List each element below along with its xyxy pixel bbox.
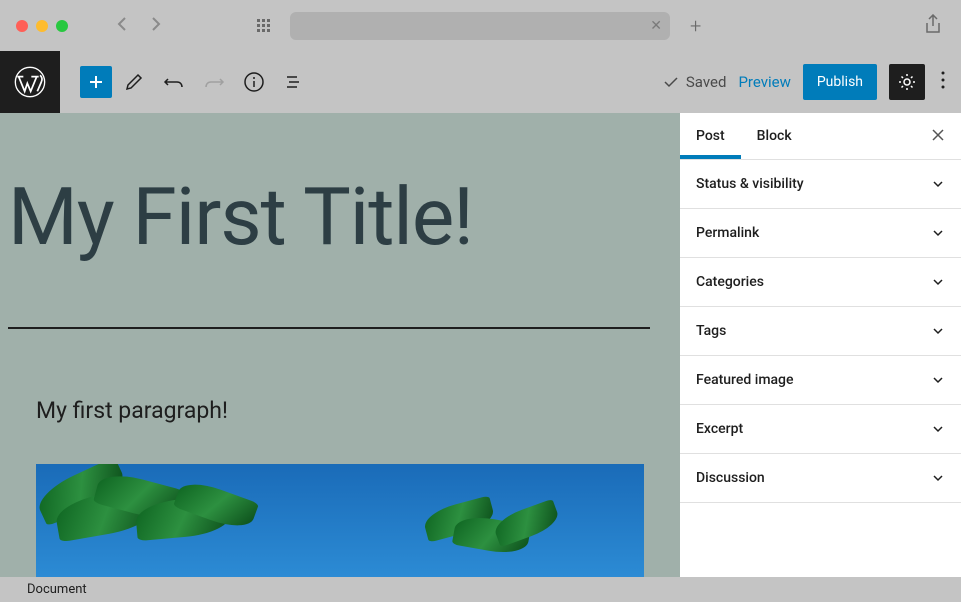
apps-grid-icon[interactable] [257,19,270,32]
share-icon[interactable] [925,14,941,38]
main-area: My First Title! My first paragraph! Post… [0,113,961,577]
editor-canvas[interactable]: My First Title! My first paragraph! [0,113,680,577]
sidebar-tabs: Post Block [680,113,961,160]
browser-navigation [116,15,162,37]
redo-button[interactable] [196,64,232,100]
panel-tags[interactable]: Tags [680,307,961,356]
outline-button[interactable] [276,64,312,100]
preview-link[interactable]: Preview [738,73,790,91]
settings-sidebar: Post Block Status & visibility Permalink… [680,113,961,577]
info-button[interactable] [236,64,272,100]
wp-editor-toolbar: Saved Preview Publish [0,51,961,113]
browser-chrome: ✕ + [0,0,961,51]
gear-icon [897,72,917,92]
wp-logo[interactable] [0,51,60,113]
clear-url-icon[interactable]: ✕ [650,18,662,34]
maximize-window-button[interactable] [56,20,68,32]
minimize-window-button[interactable] [36,20,48,32]
undo-button[interactable] [156,64,192,100]
panel-categories[interactable]: Categories [680,258,961,307]
panel-excerpt[interactable]: Excerpt [680,405,961,454]
chevron-down-icon [931,373,945,387]
panel-featured-image[interactable]: Featured image [680,356,961,405]
saved-label: Saved [686,73,727,91]
chevron-down-icon [931,177,945,191]
kebab-icon [941,71,945,89]
window-controls [16,20,68,32]
saved-indicator: Saved [662,73,727,91]
breadcrumb-document[interactable]: Document [27,582,87,597]
panel-title: Permalink [696,225,759,241]
title-divider [8,327,650,329]
panel-title: Featured image [696,372,794,388]
new-tab-button[interactable]: + [690,14,701,38]
forward-button[interactable] [149,15,162,37]
post-paragraph[interactable]: My first paragraph! [36,397,672,424]
bottom-breadcrumb-bar: Document [0,577,961,602]
chevron-down-icon [931,226,945,240]
close-window-button[interactable] [16,20,28,32]
chevron-down-icon [931,422,945,436]
toolbar-left-group [80,64,312,100]
toolbar-right-group: Saved Preview Publish [662,64,949,100]
close-icon [931,128,945,142]
panel-title: Tags [696,323,726,339]
panel-title: Categories [696,274,764,290]
post-title[interactable]: My First Title! [8,177,672,257]
back-button[interactable] [116,15,129,37]
panel-permalink[interactable]: Permalink [680,209,961,258]
chevron-down-icon [931,275,945,289]
panel-discussion[interactable]: Discussion [680,454,961,503]
panel-title: Discussion [696,470,765,486]
close-sidebar-button[interactable] [915,126,961,147]
tab-post[interactable]: Post [680,114,741,158]
edit-mode-button[interactable] [116,64,152,100]
panel-status-visibility[interactable]: Status & visibility [680,160,961,209]
chevron-down-icon [931,471,945,485]
panel-title: Excerpt [696,421,743,437]
post-featured-image[interactable] [36,464,644,577]
publish-button[interactable]: Publish [803,64,877,100]
checkmark-icon [662,73,680,91]
settings-button[interactable] [889,64,925,100]
tab-block[interactable]: Block [741,114,808,158]
panel-title: Status & visibility [696,176,804,192]
url-bar[interactable]: ✕ [290,12,670,40]
add-block-button[interactable] [80,66,112,98]
more-options-button[interactable] [937,71,949,93]
chevron-down-icon [931,324,945,338]
